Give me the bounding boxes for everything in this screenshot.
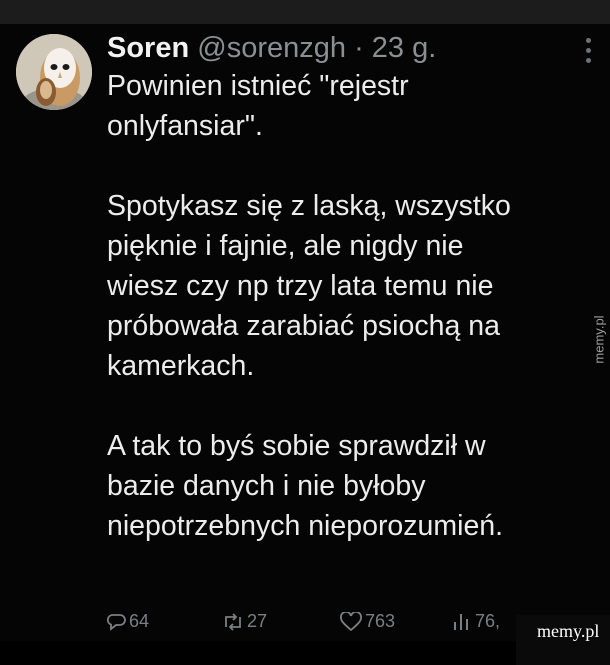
side-watermark-text: memy.pl xyxy=(591,315,607,364)
author-handle[interactable]: @sorenzgh xyxy=(197,32,346,64)
views-button[interactable]: 76, xyxy=(452,611,500,632)
tweet-text: Powinien istnieć "rejestr onlyfansiar". … xyxy=(107,66,577,546)
views-icon xyxy=(454,613,468,630)
corner-watermark-text: memy.pl xyxy=(537,621,600,641)
tweet-text-line: niepotrzebnych nieporozumień. xyxy=(107,510,504,542)
avatar[interactable] xyxy=(16,34,92,110)
tweet-text-line: Spotykasz się z laską, wszystko xyxy=(107,190,511,222)
views-count: 76, xyxy=(475,611,501,631)
retweet-icon xyxy=(225,612,241,631)
owl-avatar-image xyxy=(16,34,92,110)
tweet-time[interactable]: 23 g. xyxy=(372,32,437,64)
reply-icon xyxy=(106,613,126,631)
reply-button[interactable]: 64 xyxy=(106,611,149,632)
tweet-text-line: kamerkach. xyxy=(107,350,255,382)
reply-count: 64 xyxy=(129,611,150,631)
author-name[interactable]: Soren xyxy=(107,32,189,64)
retweet-button[interactable]: 27 xyxy=(222,611,267,632)
like-count: 763 xyxy=(365,611,396,631)
top-bar xyxy=(0,0,610,24)
tweet-card[interactable]: Soren @sorenzgh · 23 g. Powinien istnieć… xyxy=(0,24,610,665)
more-icon[interactable] xyxy=(586,38,592,66)
tweet-text-line: bazie danych i nie byłoby xyxy=(107,470,426,502)
like-button[interactable]: 763 xyxy=(340,611,395,632)
tweet-text-line: Powinien istnieć "rejestr xyxy=(107,70,409,102)
tweet-text-line: wiesz czy np trzy lata temu nie xyxy=(107,270,494,302)
retweet-count: 27 xyxy=(247,611,268,631)
corner-watermark: memy.pl xyxy=(516,615,610,665)
heart-icon xyxy=(340,611,362,631)
tweet-text-line: próbowała zarabiać psiochą na xyxy=(107,310,500,342)
side-watermark: memy.pl xyxy=(590,306,608,376)
tweet-header: Soren @sorenzgh · 23 g. xyxy=(107,30,436,66)
tweet-text-line: A tak to byś sobie sprawdził w xyxy=(107,430,486,462)
separator-dot: · xyxy=(354,32,364,64)
tweet-text-line: onlyfansiar". xyxy=(107,110,263,142)
tweet-text-line: pięknie i fajnie, ale nigdy nie xyxy=(107,230,464,262)
